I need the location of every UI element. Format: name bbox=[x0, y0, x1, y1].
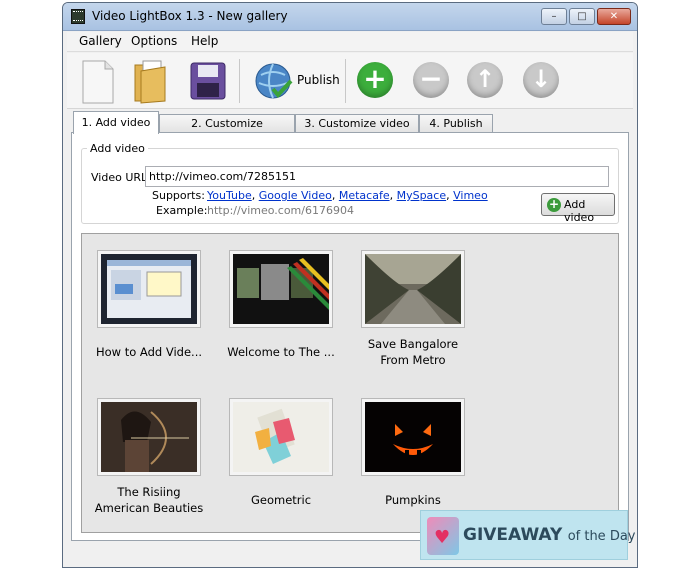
maximize-button[interactable]: □ bbox=[569, 8, 595, 25]
add-video-group-title: Add video bbox=[87, 142, 148, 155]
video-title: Welcome to The ... bbox=[227, 345, 335, 359]
tab-add-video[interactable]: 1. Add video bbox=[73, 111, 159, 134]
add-video-button[interactable]: + Add video bbox=[541, 193, 615, 224]
video-title: Geometric bbox=[250, 493, 312, 507]
add-video-panel: Add video Video URL Supports: YouTube, G… bbox=[71, 132, 629, 541]
archer-woman-thumbnail-image bbox=[101, 402, 197, 472]
video-title: Pumpkins bbox=[385, 493, 441, 507]
supports-label: Supports: bbox=[152, 189, 205, 202]
video-thumbnail[interactable] bbox=[361, 250, 465, 328]
tab-publish[interactable]: 4. Publish bbox=[419, 114, 493, 133]
screenshot-thumbnail-image bbox=[101, 254, 197, 324]
minimize-button[interactable]: – bbox=[541, 8, 567, 25]
gift-bag-icon: ♥ bbox=[427, 517, 459, 555]
tab-customize-thumbnails[interactable]: 2. Customize thumbnails bbox=[159, 114, 295, 147]
toolbar-separator bbox=[239, 59, 240, 103]
toolbar-separator bbox=[345, 59, 346, 103]
open-folder-icon bbox=[134, 60, 166, 104]
video-thumbnail[interactable] bbox=[97, 398, 201, 476]
save-gallery-button[interactable] bbox=[185, 57, 231, 105]
menu-options[interactable]: Options bbox=[127, 34, 181, 48]
video-title: Save Bangalore bbox=[367, 337, 459, 351]
video-url-label: Video URL bbox=[91, 171, 148, 184]
pumpkin-thumbnail-image bbox=[365, 402, 461, 472]
collage-thumbnail-image bbox=[233, 254, 329, 324]
publish-button[interactable] bbox=[251, 57, 297, 105]
video-thumbnail[interactable] bbox=[229, 250, 333, 328]
arrow-down-icon: ↓ bbox=[530, 65, 552, 93]
video-title: The Risiing bbox=[117, 485, 181, 499]
video-title: How to Add Vide... bbox=[95, 345, 202, 359]
app-window: Video LightBox 1.3 - New gallery – □ ✕ G… bbox=[62, 2, 638, 568]
link-google-video[interactable]: Google Video bbox=[259, 189, 332, 202]
arrow-up-icon: ↑ bbox=[474, 65, 496, 93]
plus-icon: + bbox=[363, 62, 387, 95]
open-gallery-button[interactable] bbox=[129, 57, 175, 105]
link-metacafe[interactable]: Metacafe bbox=[339, 189, 390, 202]
example-label: Example: bbox=[156, 204, 208, 217]
title-bar[interactable]: Video LightBox 1.3 - New gallery – □ ✕ bbox=[63, 3, 637, 31]
tab-customize-video[interactable]: 3. Customize video bbox=[295, 114, 419, 133]
move-down-button[interactable]: ↓ bbox=[523, 62, 559, 98]
video-thumbnail[interactable] bbox=[229, 398, 333, 476]
menu-help[interactable]: Help bbox=[187, 34, 222, 48]
menu-gallery[interactable]: Gallery bbox=[75, 34, 126, 48]
close-button[interactable]: ✕ bbox=[597, 8, 631, 25]
minus-icon: − bbox=[419, 62, 443, 95]
geometric-thumbnail-image bbox=[233, 402, 329, 472]
add-circle-icon: + bbox=[547, 197, 561, 212]
video-thumbnail[interactable] bbox=[97, 250, 201, 328]
menu-bar: Gallery Options Help bbox=[67, 32, 633, 52]
giveaway-watermark: ♥ GIVEAWAY of the Day bbox=[420, 510, 636, 560]
add-video-button-label: Add video bbox=[564, 198, 595, 224]
example-url: http://vimeo.com/6176904 bbox=[207, 204, 354, 217]
video-url-input[interactable] bbox=[145, 166, 609, 187]
toolbar: Publish + − ↑ ↓ bbox=[67, 53, 633, 109]
film-app-icon bbox=[71, 9, 85, 24]
new-document-icon bbox=[82, 60, 114, 104]
link-myspace[interactable]: MySpace bbox=[397, 189, 447, 202]
watermark-text: GIVEAWAY of the Day bbox=[463, 525, 636, 545]
move-up-button[interactable]: ↑ bbox=[467, 62, 503, 98]
window-title: Video LightBox 1.3 - New gallery bbox=[92, 9, 288, 23]
tab-strip: 1. Add video 2. Customize thumbnails 3. … bbox=[73, 111, 627, 147]
link-youtube[interactable]: YouTube bbox=[207, 189, 252, 202]
video-title: From Metro bbox=[380, 353, 446, 367]
supported-sites: YouTube, Google Video, Metacafe, MySpace… bbox=[207, 189, 488, 202]
globe-publish-icon bbox=[255, 63, 293, 99]
video-title: American Beauties bbox=[94, 501, 204, 515]
road-trees-thumbnail-image bbox=[365, 254, 461, 324]
add-button[interactable]: + bbox=[357, 62, 393, 98]
link-vimeo[interactable]: Vimeo bbox=[453, 189, 488, 202]
publish-label[interactable]: Publish bbox=[297, 73, 340, 87]
floppy-disk-icon bbox=[190, 62, 226, 100]
video-thumbnail[interactable] bbox=[361, 398, 465, 476]
remove-button[interactable]: − bbox=[413, 62, 449, 98]
video-gallery: How to Add Vide... Welcome to The ... Sa… bbox=[81, 233, 619, 533]
heart-icon: ♥ bbox=[434, 527, 451, 548]
new-gallery-button[interactable] bbox=[75, 57, 121, 105]
